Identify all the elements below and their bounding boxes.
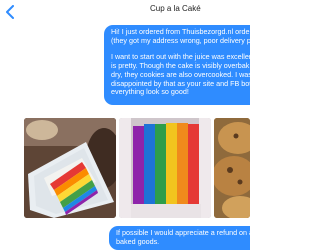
message-bubble-outgoing: If possible I would appreciate a refund … (109, 226, 250, 250)
chat-title: Cup a la Caké (150, 4, 201, 13)
chevron-left-icon (6, 5, 14, 19)
back-button[interactable] (3, 3, 17, 21)
message-line: (they got my address wrong, poor deliver… (111, 35, 250, 45)
photo-cake-slice[interactable] (24, 118, 116, 218)
cake-slice-image (24, 118, 116, 218)
chat-header: Cup a la Caké (0, 0, 250, 24)
rainbow-cake-image (119, 118, 211, 218)
photo-cookies[interactable] (214, 118, 250, 218)
photo-rainbow-cake[interactable] (119, 118, 211, 218)
message-line: baked goods. (116, 236, 160, 246)
message-bubble-outgoing: Hi! I just ordered from Thuisbezorgd.nl … (104, 25, 250, 105)
message-line: everything look so good! (111, 87, 189, 97)
cookies-image (214, 118, 250, 218)
